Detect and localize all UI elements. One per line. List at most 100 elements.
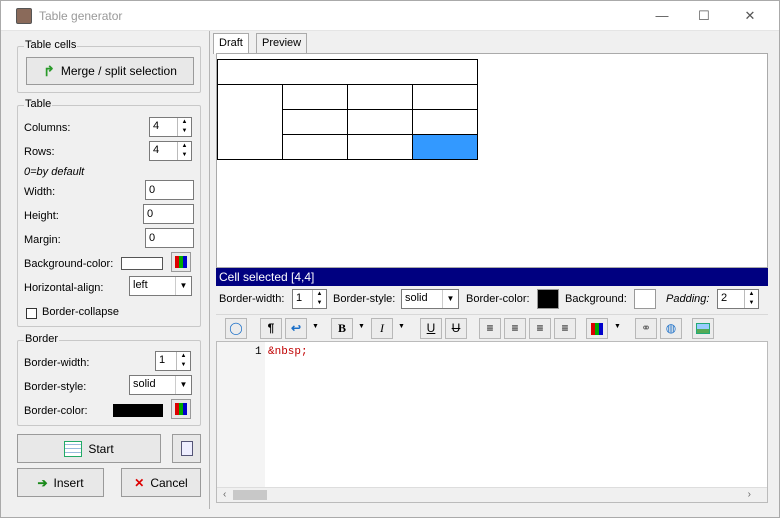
spin-up-icon[interactable]: ▲	[745, 290, 758, 299]
border-width-value: 1	[159, 354, 166, 366]
spin-up-icon[interactable]: ▲	[177, 352, 190, 361]
start-button[interactable]: Start	[17, 434, 161, 463]
tab-draft[interactable]: Draft	[213, 33, 249, 54]
horizontal-scrollbar[interactable]: ‹ ›	[217, 487, 767, 502]
close-button[interactable]: ✕	[727, 1, 773, 31]
scroll-left-icon[interactable]: ‹	[223, 489, 226, 500]
link-icon[interactable]: ⚭	[635, 318, 657, 339]
table-cell[interactable]	[347, 109, 413, 135]
merge-split-label: Merge / split selection	[60, 64, 177, 78]
table-icon	[64, 440, 83, 457]
image-icon[interactable]	[692, 318, 714, 339]
rows-spinner[interactable]: 4 ▲ ▼	[149, 141, 192, 161]
rows-value: 4	[153, 144, 160, 156]
background-color-swatch	[121, 257, 163, 270]
spin-up-icon[interactable]: ▲	[313, 290, 326, 299]
palette-icon[interactable]	[586, 318, 608, 339]
border-collapse-checkbox[interactable]	[26, 308, 37, 319]
line-number: 1	[255, 346, 262, 358]
table-cell[interactable]	[282, 134, 348, 160]
spin-up-icon[interactable]: ▲	[178, 142, 191, 151]
chevron-down-icon[interactable]: ▼	[614, 323, 621, 330]
underline-icon[interactable]: U	[420, 318, 442, 339]
table-cell[interactable]	[412, 84, 478, 110]
justify-icon[interactable]: ≡	[554, 318, 576, 339]
chevron-down-icon[interactable]: ▼	[312, 323, 319, 330]
table-cell[interactable]	[282, 109, 348, 135]
width-input[interactable]: 0	[145, 180, 194, 200]
columns-label: Columns:	[24, 122, 71, 134]
border-width-spinner[interactable]: 1 ▲ ▼	[155, 351, 191, 371]
spin-down-icon[interactable]: ▼	[313, 299, 326, 308]
cell-border-width-spinner[interactable]: 1 ▲ ▼	[292, 289, 327, 309]
line-break-icon[interactable]: ↩	[285, 318, 307, 339]
title-bar: Table generator — ☐ ✕	[1, 1, 779, 31]
table-legend: Table	[24, 98, 53, 110]
scroll-right-icon[interactable]: ›	[748, 489, 751, 500]
draft-canvas[interactable]	[216, 53, 768, 268]
border-color-picker[interactable]	[171, 399, 191, 419]
minimize-button[interactable]: —	[639, 1, 685, 31]
comment-icon[interactable]: ◯	[225, 318, 247, 339]
cell-background-button[interactable]	[634, 289, 656, 309]
chevron-down-icon: ▼	[175, 376, 191, 394]
merge-split-button[interactable]: ↱ Merge / split selection	[26, 57, 194, 85]
table-cell[interactable]	[347, 84, 413, 110]
cancel-button[interactable]: ✕ Cancel	[121, 468, 201, 497]
columns-spinner[interactable]: 4 ▲ ▼	[149, 117, 192, 137]
horizontal-align-select[interactable]: left ▼	[129, 276, 192, 296]
cell-border-width-label: Border-width:	[219, 293, 285, 305]
align-center-icon[interactable]: ≡	[479, 318, 501, 339]
cell-padding-value: 2	[721, 292, 728, 304]
line-gutter: 1	[217, 342, 265, 487]
table-cell-selected[interactable]	[412, 134, 478, 160]
cell-border-color-button[interactable]	[537, 289, 559, 309]
code-line[interactable]: &nbsp;	[268, 346, 308, 358]
table-cell[interactable]	[412, 109, 478, 135]
height-input[interactable]: 0	[143, 204, 194, 224]
tab-preview[interactable]: Preview	[256, 33, 308, 53]
paragraph-icon[interactable]: ¶	[260, 318, 282, 339]
cell-padding-spinner[interactable]: 2 ▲ ▼	[717, 289, 759, 309]
align-left-icon[interactable]: ≡	[504, 318, 526, 339]
border-legend: Border	[24, 333, 60, 345]
margin-label: Margin:	[24, 234, 61, 246]
table-cell[interactable]	[282, 84, 348, 110]
border-color-swatch	[113, 404, 163, 417]
table-cell[interactable]	[217, 84, 283, 160]
border-style-label: Border-style:	[24, 381, 87, 393]
spin-up-icon[interactable]: ▲	[178, 118, 191, 127]
background-color-label: Background-color:	[24, 258, 114, 270]
margin-input[interactable]: 0	[145, 228, 194, 248]
scrollbar-thumb[interactable]	[233, 490, 267, 500]
border-style-select[interactable]: solid ▼	[129, 375, 192, 395]
palette-icon	[175, 403, 187, 415]
bold-icon[interactable]: B	[331, 318, 353, 339]
border-color-label: Border-color:	[24, 405, 88, 417]
chevron-down-icon: ▼	[442, 290, 458, 308]
palette-icon	[175, 256, 187, 268]
code-editor[interactable]: 1 &nbsp; ‹ ›	[216, 341, 768, 503]
horizontal-align-value: left	[133, 279, 148, 291]
chevron-down-icon[interactable]: ▼	[358, 323, 365, 330]
table-cell[interactable]	[347, 134, 413, 160]
cell-border-style-select[interactable]: solid ▼	[401, 289, 459, 309]
spin-down-icon[interactable]: ▼	[178, 151, 191, 160]
maximize-button[interactable]: ☐	[681, 1, 727, 31]
italic-icon[interactable]: I	[371, 318, 393, 339]
cell-border-width-value: 1	[296, 292, 303, 304]
background-color-picker[interactable]	[171, 252, 191, 272]
table-cell[interactable]	[217, 59, 478, 85]
document-button[interactable]	[172, 434, 201, 463]
strikethrough-icon[interactable]: U	[445, 318, 467, 339]
spin-down-icon[interactable]: ▼	[178, 127, 191, 136]
spin-down-icon[interactable]: ▼	[177, 361, 190, 370]
globe-icon[interactable]: ◍	[660, 318, 682, 339]
insert-button[interactable]: ➔ Insert	[17, 468, 104, 497]
editor-toolbar: ◯ ¶ ↩ ▼ B ▼ I ▼ U U ≡ ≡ ≡ ≡ ▼ ⚭ ◍	[216, 314, 768, 341]
cell-padding-label: Padding:	[666, 293, 710, 305]
insert-icon: ➔	[37, 475, 48, 490]
align-right-icon[interactable]: ≡	[529, 318, 551, 339]
spin-down-icon[interactable]: ▼	[745, 299, 758, 308]
chevron-down-icon[interactable]: ▼	[398, 323, 405, 330]
